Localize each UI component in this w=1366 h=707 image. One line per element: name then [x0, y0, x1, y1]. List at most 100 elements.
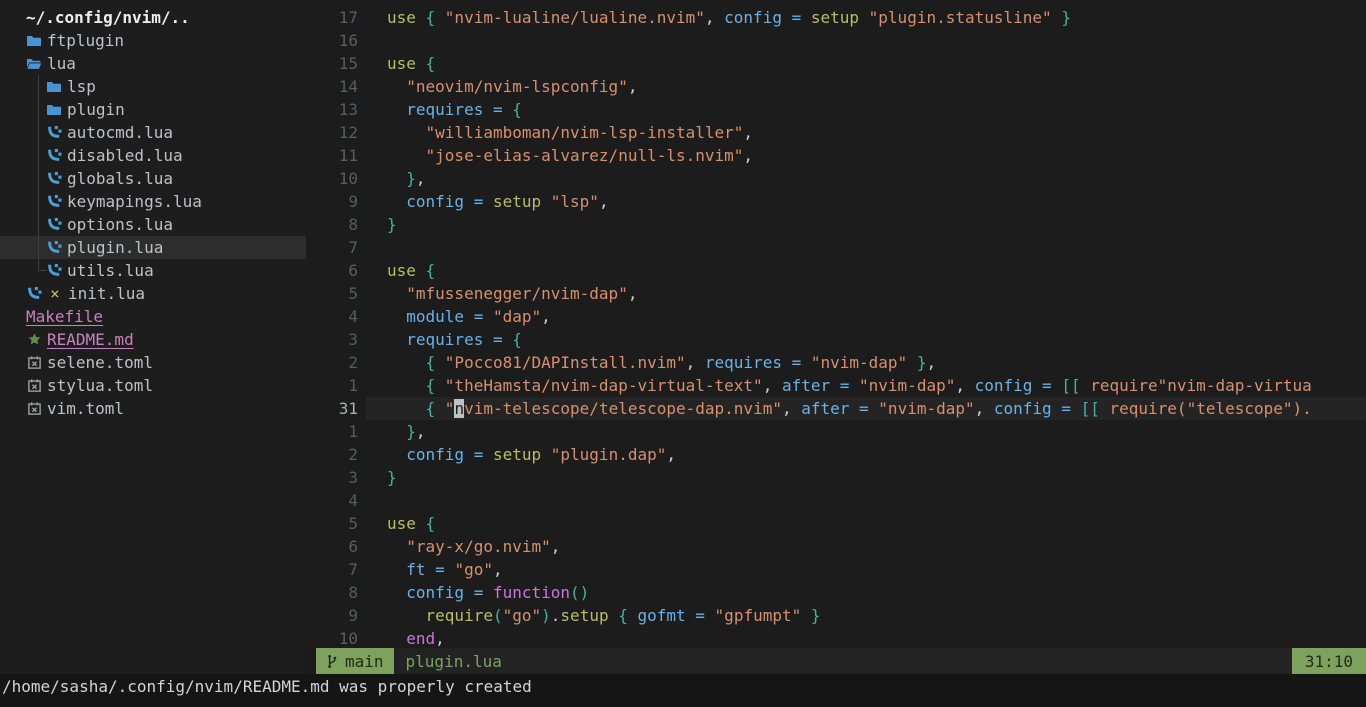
code-line[interactable]: 9 require("go").setup { gofmt = "gpfumpt…: [306, 604, 1366, 627]
statusline-filename: plugin.lua: [406, 648, 502, 674]
token-op: =: [792, 8, 811, 27]
statusline-spacer: [502, 648, 1292, 674]
line-number: 9: [306, 190, 366, 213]
token-plain: ,: [541, 307, 551, 326]
code-line[interactable]: 17use { "nvim-lualine/lualine.nvim", con…: [306, 6, 1366, 29]
tree-item-plugin.lua[interactable]: plugin.lua: [0, 236, 306, 259]
token-prop: config: [406, 445, 473, 464]
code-text: config = function(): [366, 581, 1366, 604]
tree-item-globals.lua[interactable]: globals.lua: [0, 167, 306, 190]
token-op: =: [859, 399, 878, 418]
lua-icon: [46, 171, 62, 187]
token-punc: }: [387, 215, 397, 234]
tree-item-init.lua[interactable]: ×init.lua: [0, 282, 306, 305]
code-text: use { "nvim-lualine/lualine.nvim", confi…: [366, 6, 1366, 29]
code-line[interactable]: 6use {: [306, 259, 1366, 282]
token-punc: {: [512, 330, 522, 349]
code-line[interactable]: 12 "williamboman/nvim-lsp-installer",: [306, 121, 1366, 144]
code-line[interactable]: 2 { "Pocco81/DAPInstall.nvim", requires …: [306, 351, 1366, 374]
code-line[interactable]: 7: [306, 236, 1366, 259]
code-line[interactable]: 5 "mfussenegger/nvim-dap",: [306, 282, 1366, 305]
file-tree-items: ftpluginlualsppluginautocmd.luadisabled.…: [0, 29, 306, 420]
token-plain: ,: [782, 399, 801, 418]
code-line[interactable]: 8 config = function(): [306, 581, 1366, 604]
file-tree: ~/.config/nvim/.. ftpluginlualsppluginau…: [0, 0, 306, 674]
code-line[interactable]: 3}: [306, 466, 1366, 489]
token-plain: ,: [975, 399, 994, 418]
token-plain: [387, 123, 426, 142]
token-str: "jose-elias-alvarez/null-ls.nvim": [426, 146, 744, 165]
tree-item-plugin[interactable]: plugin: [0, 98, 306, 121]
token-punc: [[: [1081, 399, 1110, 418]
code-line[interactable]: 7 ft = "go",: [306, 558, 1366, 581]
code-line[interactable]: 10 end,: [306, 627, 1366, 648]
tree-item-lua[interactable]: lua: [0, 52, 306, 75]
line-number: 7: [306, 236, 366, 259]
token-str: "dap": [493, 307, 541, 326]
token-kw: end: [406, 629, 435, 648]
token-fn: setup: [560, 606, 618, 625]
code-line[interactable]: 10 },: [306, 167, 1366, 190]
code-line[interactable]: 9 config = setup "lsp",: [306, 190, 1366, 213]
tree-item-vim.toml[interactable]: vim.toml: [0, 397, 306, 420]
token-fn: setup: [493, 192, 551, 211]
tree-item-keymapings.lua[interactable]: keymapings.lua: [0, 190, 306, 213]
tree-item-lsp[interactable]: lsp: [0, 75, 306, 98]
tree-item-Makefile[interactable]: Makefile: [0, 305, 306, 328]
buffer-area[interactable]: 17use { "nvim-lualine/lualine.nvim", con…: [306, 0, 1366, 648]
tree-item-selene.toml[interactable]: selene.toml: [0, 351, 306, 374]
tree-indent-guide: [38, 190, 46, 213]
token-punc: {: [426, 514, 436, 533]
tree-item-disabled.lua[interactable]: disabled.lua: [0, 144, 306, 167]
tree-item-label: plugin: [67, 98, 125, 121]
code-line[interactable]: 4 module = "dap",: [306, 305, 1366, 328]
code-line[interactable]: 6 "ray-x/go.nvim",: [306, 535, 1366, 558]
tree-item-stylua.toml[interactable]: stylua.toml: [0, 374, 306, 397]
token-str: "go": [454, 560, 493, 579]
token-plain: [387, 100, 406, 119]
code-text: "neovim/nvim-lspconfig",: [366, 75, 1366, 98]
nvim-window: ~/.config/nvim/.. ftpluginlualsppluginau…: [0, 0, 1366, 707]
tree-item-label: keymapings.lua: [67, 190, 202, 213]
line-number: 3: [306, 328, 366, 351]
token-punc: (: [493, 606, 503, 625]
code-line[interactable]: 8}: [306, 213, 1366, 236]
code-line-current[interactable]: 31 { "nvim-telescope/telescope-dap.nvim"…: [306, 397, 1366, 420]
code-line[interactable]: 1 },: [306, 420, 1366, 443]
code-line[interactable]: 4: [306, 489, 1366, 512]
tree-root-path[interactable]: ~/.config/nvim/..: [0, 6, 306, 29]
code-line[interactable]: 15use {: [306, 52, 1366, 75]
code-text: use {: [366, 259, 1366, 282]
token-prop: config: [975, 376, 1042, 395]
token-punc: }: [406, 169, 416, 188]
tree-indent-guide: [38, 75, 46, 98]
code-line[interactable]: 3 requires = {: [306, 328, 1366, 351]
code-line[interactable]: 16: [306, 29, 1366, 52]
token-str: "go": [503, 606, 542, 625]
token-plain: ,: [416, 422, 426, 441]
tree-item-ftplugin[interactable]: ftplugin: [0, 29, 306, 52]
tree-indent-guide: [38, 167, 46, 190]
line-number: 10: [306, 167, 366, 190]
code-line[interactable]: 1 { "theHamsta/nvim-dap-virtual-text", a…: [306, 374, 1366, 397]
code-line[interactable]: 14 "neovim/nvim-lspconfig",: [306, 75, 1366, 98]
lua-icon: [46, 125, 62, 141]
code-line[interactable]: 13 requires = {: [306, 98, 1366, 121]
code-line[interactable]: 5use {: [306, 512, 1366, 535]
token-punc: }: [811, 606, 821, 625]
code-text: config = setup "plugin.dap",: [366, 443, 1366, 466]
tree-item-autocmd.lua[interactable]: autocmd.lua: [0, 121, 306, 144]
code-line[interactable]: 2 config = setup "plugin.dap",: [306, 443, 1366, 466]
token-plain: ,: [743, 123, 753, 142]
token-op: =: [474, 307, 493, 326]
token-plain: [387, 445, 406, 464]
code-text: use {: [366, 52, 1366, 75]
tree-item-options.lua[interactable]: options.lua: [0, 213, 306, 236]
tree-item-utils.lua[interactable]: utils.lua: [0, 259, 306, 282]
tree-item-label: selene.toml: [47, 351, 153, 374]
tree-item-README.md[interactable]: README.md: [0, 328, 306, 351]
token-plain: [387, 146, 426, 165]
tree-item-label: stylua.toml: [47, 374, 153, 397]
code-line[interactable]: 11 "jose-elias-alvarez/null-ls.nvim",: [306, 144, 1366, 167]
line-number: 2: [306, 351, 366, 374]
